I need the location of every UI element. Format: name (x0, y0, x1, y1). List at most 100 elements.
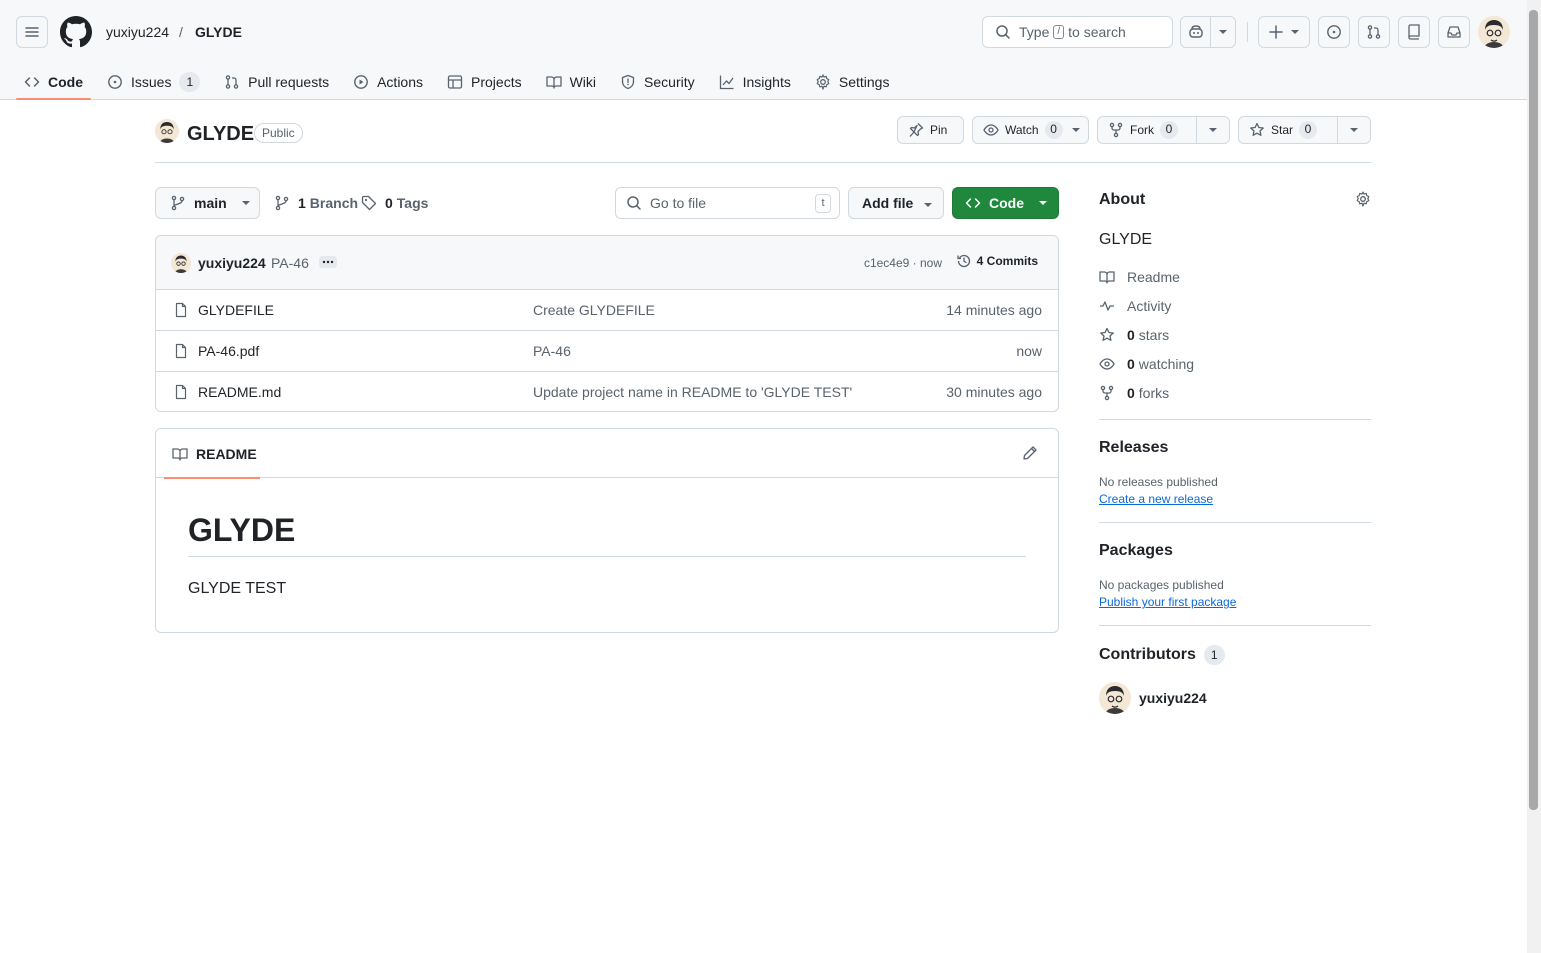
readme-link[interactable]: Readme (1099, 262, 1371, 291)
shield-icon (621, 74, 635, 90)
forks-label: forks (1138, 384, 1170, 401)
file-commit-message[interactable]: Update project name in README to 'GLYDE … (533, 384, 852, 400)
git-pull-request-icon (225, 75, 239, 89)
breadcrumb-repo[interactable]: GLYDE (195, 23, 242, 41)
file-row[interactable]: PA-46.pdf PA-46 now (156, 331, 1058, 372)
book-icon (172, 447, 188, 461)
tab-code[interactable]: Code (16, 64, 91, 100)
issues-button[interactable] (1318, 16, 1350, 48)
repo-description: GLYDE (1099, 231, 1153, 248)
repo-forked-icon (1109, 122, 1123, 138)
contributors-title[interactable]: Contributors (1099, 646, 1196, 664)
file-commit-message[interactable]: PA-46 (533, 343, 571, 359)
tab-settings[interactable]: Settings (807, 64, 898, 100)
readme-tab[interactable]: README (164, 429, 260, 479)
tab-insights[interactable]: Insights (711, 64, 799, 100)
publish-package-link[interactable]: Publish your first package (1099, 595, 1236, 609)
star-count: 0 (1299, 121, 1318, 139)
readme-body: GLYDE TEST (188, 580, 287, 597)
pull-requests-button[interactable] (1358, 16, 1390, 48)
contributor-item[interactable]: yuxiyu224 (1099, 682, 1371, 714)
add-file-button[interactable]: Add file (848, 187, 944, 219)
copilot-icon (1188, 25, 1203, 38)
star-button-group[interactable]: Star 0 (1238, 116, 1371, 144)
tab-pull-requests[interactable]: Pull requests (216, 64, 337, 100)
tab-security[interactable]: Security (612, 64, 703, 100)
releases-title[interactable]: Releases (1099, 439, 1371, 457)
star-icon (1250, 122, 1264, 136)
file-name[interactable]: README.md (198, 384, 281, 400)
star-button[interactable]: Star 0 (1239, 117, 1337, 143)
commit-message[interactable]: PA-46 (271, 255, 309, 271)
breadcrumb-owner[interactable]: yuxiyu224 (106, 23, 169, 41)
packages-title[interactable]: Packages (1099, 542, 1371, 560)
go-to-file-input[interactable]: Go to file t (615, 187, 840, 219)
file-row[interactable]: GLYDEFILE Create GLYDEFILE 14 minutes ag… (156, 290, 1058, 331)
repo-title[interactable]: GLYDE (187, 121, 254, 147)
search-prefix: Type (1019, 24, 1050, 40)
code-icon (24, 77, 40, 87)
file-name[interactable]: PA-46.pdf (198, 343, 259, 359)
contributor-avatar[interactable] (1099, 682, 1131, 714)
owner-avatar[interactable] (155, 119, 179, 143)
search-suffix: to search (1068, 24, 1126, 40)
watchers-link[interactable]: 0 watching (1099, 349, 1371, 378)
scrollbar-thumb[interactable] (1529, 10, 1538, 810)
file-icon (175, 343, 187, 359)
global-header: yuxiyu224 / GLYDE Type / to search Code … (0, 0, 1527, 100)
file-commit-time: 30 minutes ago (946, 384, 1042, 400)
watch-button[interactable]: Watch 0 (972, 116, 1089, 144)
contributor-name[interactable]: yuxiyu224 (1139, 690, 1207, 706)
issues-count-badge: 1 (179, 72, 201, 92)
github-logo-icon[interactable] (60, 16, 92, 48)
activity-link-label: Activity (1127, 297, 1172, 314)
header-top-row: yuxiyu224 / GLYDE Type / to search (0, 0, 1527, 64)
create-release-link[interactable]: Create a new release (1099, 492, 1213, 506)
pin-button[interactable]: Pin (897, 116, 964, 144)
tab-wiki[interactable]: Wiki (538, 64, 604, 100)
global-search-input[interactable]: Type / to search (982, 16, 1173, 48)
create-new-button[interactable] (1258, 16, 1310, 48)
repo-sidebar: About GLYDE Readme Activity 0 stars 0 wa… (1099, 187, 1371, 714)
inbox-button[interactable] (1438, 16, 1470, 48)
expand-commit-button[interactable] (319, 256, 337, 268)
copilot-split-button[interactable] (1180, 16, 1236, 48)
watching-count: 0 (1127, 355, 1135, 372)
forks-link[interactable]: 0 forks (1099, 378, 1371, 407)
edit-readme-button[interactable] (1022, 445, 1038, 461)
avatar-face-icon (155, 119, 179, 143)
commit-sha-time[interactable]: c1ec4e9 · now (864, 256, 942, 270)
copilot-menu-button[interactable] (1210, 17, 1235, 47)
tab-actions[interactable]: Actions (345, 64, 431, 100)
star-menu-button[interactable] (1337, 117, 1370, 143)
tab-issues-label: Issues (131, 74, 172, 90)
commit-author-avatar[interactable] (171, 253, 191, 273)
tab-projects[interactable]: Projects (439, 64, 530, 100)
fork-menu-button[interactable] (1196, 117, 1229, 143)
issue-opened-icon (1327, 25, 1341, 39)
activity-link[interactable]: Activity (1099, 291, 1371, 320)
file-commit-message[interactable]: Create GLYDEFILE (533, 302, 655, 318)
fork-button-group[interactable]: Fork 0 (1097, 116, 1230, 144)
repositories-button[interactable] (1398, 16, 1430, 48)
copilot-button[interactable] (1181, 17, 1210, 47)
ellipsis-icon (322, 260, 334, 264)
table-icon (447, 75, 463, 89)
tags-link[interactable]: 0 Tags (361, 195, 428, 211)
code-download-button[interactable]: Code (952, 187, 1059, 219)
fork-button[interactable]: Fork 0 (1098, 117, 1196, 143)
branches-link[interactable]: 1 Branch (274, 195, 358, 211)
about-header: About (1099, 187, 1371, 213)
menu-button[interactable] (16, 16, 48, 48)
file-name[interactable]: GLYDEFILE (198, 302, 274, 318)
stars-link[interactable]: 0 stars (1099, 320, 1371, 349)
branch-selector[interactable]: main (155, 187, 260, 219)
readme-panel: README GLYDE GLYDE TEST (155, 428, 1059, 633)
about-settings-button[interactable] (1355, 191, 1371, 207)
file-commit-time: now (1016, 343, 1042, 359)
user-avatar[interactable] (1478, 16, 1510, 48)
file-row[interactable]: README.md Update project name in README … (156, 372, 1058, 411)
commits-history-link[interactable]: 4 Commits (956, 253, 1038, 269)
commit-author[interactable]: yuxiyu224 (198, 255, 266, 271)
tab-issues[interactable]: Issues 1 (99, 64, 208, 100)
